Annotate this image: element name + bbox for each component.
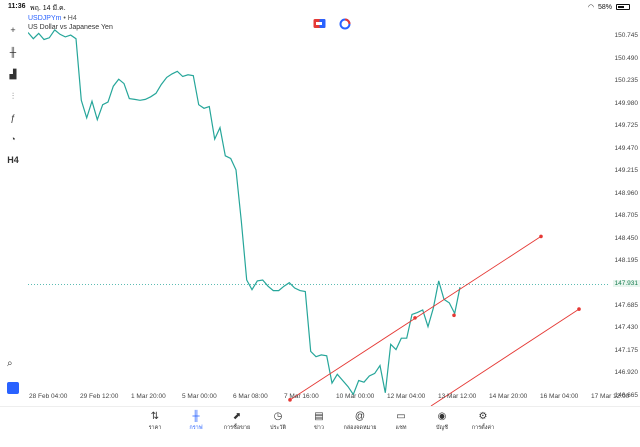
symbol-name: USDJPYm (28, 15, 62, 22)
time-tick-label: 16 Mar 04:00 (540, 393, 579, 400)
nav-item[interactable]: ▤ ข่าว (299, 410, 339, 432)
news-icon: ▤ (314, 411, 324, 422)
time-axis[interactable]: 28 Feb 04:00 29 Feb 12:00 1 Mar 20:00 5 Mar… (0, 393, 640, 405)
price-tick-label: 150.490 (614, 54, 639, 62)
nav-item[interactable]: ⬈ การซื้อขาย (217, 410, 257, 432)
symbol-timeframe: • H4 (63, 15, 77, 22)
shapes-icon[interactable]: ◔ (4, 131, 22, 147)
nav-label: แชท (395, 425, 407, 431)
crosshair-icon[interactable]: + (4, 22, 22, 38)
function-icon[interactable]: ƒ (4, 110, 22, 126)
chart-icon: ╫ (192, 411, 200, 422)
nav-label: การซื้อขาย (223, 425, 251, 431)
price-tick-label: 147.685 (614, 302, 639, 310)
nav-item[interactable]: ⚙ การตั้งค่า (463, 410, 503, 432)
trade-icon[interactable] (313, 18, 327, 30)
history-icon[interactable] (339, 18, 351, 30)
nav-label: ราคา (148, 425, 162, 431)
current-price-label: 147.931 (612, 280, 640, 288)
trendline-anchor[interactable] (452, 313, 456, 318)
time-tick-label: 1 Mar 20:00 (131, 393, 166, 400)
nav-label: ประวัติ (269, 425, 287, 431)
history-icon: ◷ (273, 411, 283, 422)
time-tick-label: 13 Mar 12:00 (438, 393, 477, 400)
nav-label: ข่าว (314, 425, 324, 431)
price-tick-label: 147.175 (614, 346, 639, 354)
trendline-anchor[interactable] (413, 316, 417, 320)
nav-item[interactable]: ◉ บัญชี (422, 410, 462, 432)
battery-icon (616, 4, 630, 10)
trendline-2[interactable] (430, 308, 580, 407)
nav-label: กล่องจดหมาย (343, 425, 377, 431)
price-tick-label: 146.920 (614, 369, 639, 377)
price-tick-label: 148.705 (614, 212, 639, 220)
search-icon[interactable]: ⌕ (7, 358, 13, 369)
bottom-navigation: ⇅ ราคา ╫ กราฟ ⬈ การซื้อขาย ◷ ประวัติ ▤ ข่าว @ กล่อง… (0, 406, 640, 447)
time-tick-label: 7 Mar 16:00 (284, 393, 319, 400)
trendline-anchor[interactable] (539, 234, 543, 239)
trendline-anchor[interactable] (577, 307, 581, 311)
indicators-icon[interactable]: ▟ (4, 66, 22, 82)
price-axis[interactable]: 150.745 150.490 150.235 149.980 149.725 149.4… (610, 14, 640, 406)
nav-label: บัญชี (436, 425, 448, 431)
time-tick-label: 10 Mar 00:00 (336, 393, 375, 400)
candlestick-icon[interactable]: ╫ (4, 44, 22, 60)
price-tick-label: 148.195 (614, 257, 639, 265)
mailbox-icon: @ (354, 411, 366, 422)
time-tick-label: 12 Mar 04:00 (387, 393, 426, 400)
time-tick-label: 28 Feb 04:00 (29, 393, 68, 400)
price-tick-label: 149.470 (614, 144, 639, 152)
nav-item[interactable]: ╫ กราฟ (176, 410, 216, 432)
symbol-info: USDJPYm • H4 US Dollar vs Japanese Yen (28, 14, 113, 32)
price-chart[interactable]: 150.745 150.490 150.235 149.980 149.725 149.4… (27, 14, 640, 407)
nav-item[interactable]: @ กล่องจดหมาย (340, 410, 380, 432)
nav-label: กราฟ (189, 425, 203, 431)
time-tick-label: 29 Feb 12:00 (80, 393, 119, 400)
time-tick-label: 14 Mar 20:00 (489, 393, 528, 400)
battery-percent: 58% (597, 3, 612, 11)
status-bar: 11:36 พฤ. 14 มี.ค. ◠ 58% (0, 0, 640, 14)
price-tick-label: 150.235 (614, 77, 639, 85)
settings-icon: ⚙ (478, 411, 488, 422)
wifi-icon: ◠ (587, 4, 594, 11)
price-tick-label: 148.960 (614, 189, 639, 197)
time-tick-label: 5 Mar 00:00 (182, 393, 217, 400)
symbol-description: US Dollar vs Japanese Yen (28, 24, 113, 31)
chart-canvas[interactable] (27, 14, 640, 407)
price-tick-label: 150.745 (614, 32, 639, 40)
timeframe-label[interactable]: H4 (4, 152, 22, 168)
nav-item[interactable]: ⇅ ราคา (135, 410, 175, 432)
quotes-icon: ⇅ (150, 411, 160, 422)
price-tick-label: 149.980 (614, 99, 639, 107)
status-time: 11:36 (8, 3, 26, 10)
time-tick-label: 17 Mar 12:00 (591, 393, 630, 400)
status-date: พฤ. 14 มี.ค. (30, 5, 66, 12)
account-icon: ◉ (437, 411, 447, 422)
nav-item[interactable]: ◷ ประวัติ (258, 410, 298, 432)
price-tick-label: 149.725 (614, 122, 639, 130)
trade-icon: ⬈ (232, 411, 242, 422)
nav-item[interactable]: ▭ แชท (381, 410, 421, 432)
price-tick-label: 148.450 (614, 234, 639, 242)
price-tick-label: 147.430 (614, 324, 639, 332)
nav-label: การตั้งค่า (471, 425, 495, 431)
price-line (27, 29, 461, 396)
settings-sliders-icon[interactable]: ⫶ (4, 88, 22, 104)
price-tick-label: 149.215 (614, 167, 639, 175)
time-tick-label: 6 Mar 08:00 (233, 393, 268, 400)
chat-icon: ▭ (396, 411, 406, 422)
